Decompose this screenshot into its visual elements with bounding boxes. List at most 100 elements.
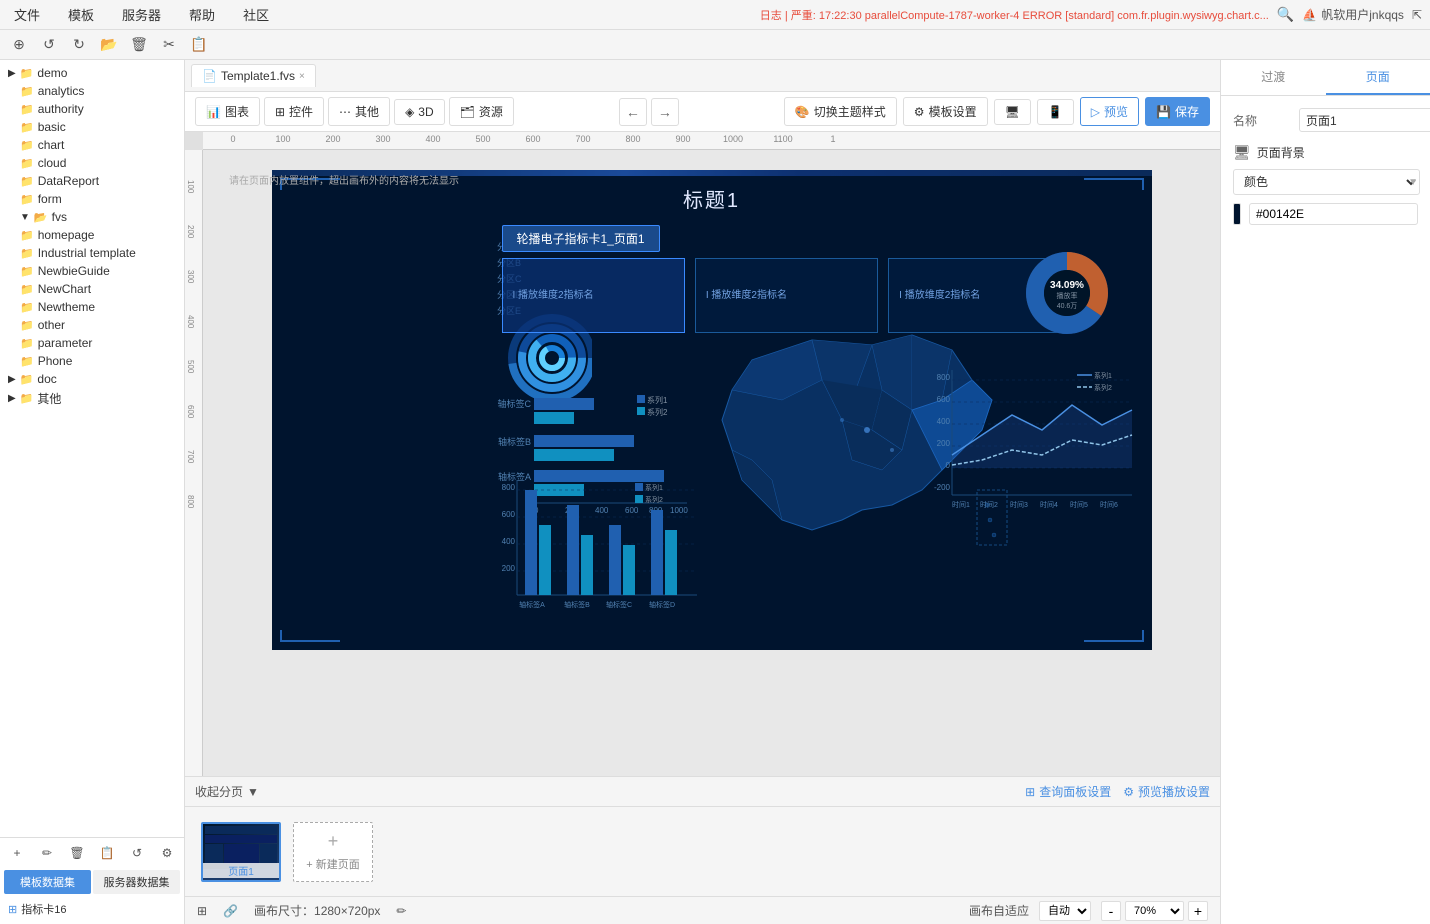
svg-text:轴标签B: 轴标签B (497, 436, 530, 447)
redo-btn[interactable]: → (651, 98, 679, 126)
preview-settings-link[interactable]: ⚙ 预览播放设置 (1123, 783, 1210, 800)
tab-transition[interactable]: 过渡 (1221, 60, 1326, 95)
resource-tool-btn[interactable]: 🗂 资源 (449, 97, 514, 126)
name-input[interactable] (1299, 108, 1430, 132)
tab-close-btn[interactable]: × (299, 71, 305, 82)
collapse-pages-btn[interactable]: 收起分页 ▼ (195, 783, 259, 800)
preview-label: 预览 (1104, 103, 1128, 120)
tree-item-demo[interactable]: ▶ 📁 demo (0, 64, 184, 82)
bg-color-swatch[interactable] (1233, 203, 1241, 225)
save-btn[interactable]: 💾 保存 (1145, 97, 1210, 126)
svg-text:时间6: 时间6 (1100, 500, 1118, 509)
tree-item-other[interactable]: 📁 other (0, 316, 184, 334)
cut-btn[interactable]: ✂ (156, 34, 182, 56)
tab-server-dataset[interactable]: 服务器数据集 (93, 870, 180, 894)
desktop-device-btn[interactable]: 🖥 (994, 99, 1031, 125)
tab-card[interactable]: 轮播电子指标卡1_页面1 (502, 225, 660, 252)
other-icon: ⋯ (339, 105, 351, 119)
refresh-dataset-btn[interactable]: ↺ (124, 842, 150, 864)
corner-deco-bl (280, 630, 340, 642)
settings-dataset-btn[interactable]: ⚙ (154, 842, 180, 864)
tree-item-analytics[interactable]: 📁 analytics (0, 82, 184, 100)
query-settings-link[interactable]: ⊞ 查询面板设置 (1025, 783, 1111, 800)
tree-item-industrial[interactable]: 📁 Industrial template (0, 244, 184, 262)
svg-text:时间3: 时间3 (1010, 500, 1028, 509)
fit-select[interactable]: 自动 固定 全屏 (1039, 901, 1091, 921)
tree-item-chart[interactable]: 📁 chart (0, 136, 184, 154)
tree-item-fvs[interactable]: ▼ 📂 fvs (0, 208, 184, 226)
metric-card-0[interactable]: I 播放维度2指标名 (502, 258, 685, 333)
tree-item-datareport[interactable]: 📁 DataReport (0, 172, 184, 190)
resource-btn-label: 资源 (479, 103, 503, 120)
tab-template-dataset[interactable]: 模板数据集 (4, 870, 91, 894)
tree-item-homepage[interactable]: 📁 homepage (0, 226, 184, 244)
zoom-out-btn[interactable]: - (1101, 901, 1121, 921)
menu-template[interactable]: 模板 (62, 1, 100, 28)
control-tool-btn[interactable]: ⊞ 控件 (264, 97, 324, 126)
page-thumb-1[interactable]: 页面1 (201, 822, 281, 882)
tree-item-basic[interactable]: 📁 basic (0, 118, 184, 136)
file-tab-template1[interactable]: 📄 Template1.fvs × (191, 64, 316, 87)
add-dataset-btn[interactable]: + (4, 842, 30, 864)
undo-btn[interactable]: ← (619, 98, 647, 126)
tree-item-doc[interactable]: ▶ 📁 doc (0, 370, 184, 388)
preview-btn[interactable]: ▷ 预览 (1080, 97, 1139, 126)
sidebar-tree: ▶ 📁 demo 📁 analytics 📁 authority 📁 basic… (0, 60, 184, 837)
svg-text:40.6万: 40.6万 (1056, 302, 1077, 310)
delete-dataset-btn[interactable]: 🗑 (64, 842, 90, 864)
tree-item-newchart[interactable]: 📁 NewChart (0, 280, 184, 298)
menu-server[interactable]: 服务器 (116, 1, 167, 28)
copy-btn[interactable]: 📋 (186, 34, 212, 56)
zoom-in-btn[interactable]: + (1188, 901, 1208, 921)
svg-text:时间5: 时间5 (1070, 500, 1088, 509)
tab-page[interactable]: 页面 (1326, 60, 1430, 95)
template-settings-btn[interactable]: ⚙ 模板设置 (903, 97, 988, 126)
bg-checkbox-row: 🖥 页面背景 (1233, 144, 1418, 161)
tree-item-other-root[interactable]: ▶ 📁 其他 (0, 388, 184, 409)
chart-tool-btn[interactable]: 📊 图表 (195, 97, 260, 126)
delete-btn[interactable]: 🗑 (126, 34, 152, 56)
tree-item-newtheme[interactable]: 📁 Newtheme (0, 298, 184, 316)
other-tool-btn[interactable]: ⋯ 其他 (328, 97, 390, 126)
bg-label: 页面背景 (1257, 144, 1305, 161)
column-chart[interactable]: 800 600 400 200 (487, 475, 707, 630)
page-bar: 收起分页 ▼ ⊞ 查询面板设置 ⚙ 预览播放设置 (185, 776, 1220, 806)
new-btn[interactable]: ⊕ (6, 34, 32, 56)
canvas-wrapper[interactable]: 0 100 200 300 400 500 600 700 800 900 10… (185, 132, 1220, 776)
link-icon[interactable]: 🔗 (223, 904, 238, 918)
line-chart[interactable]: 800 600 400 200 0 -200 (922, 365, 1142, 525)
tree-item-authority[interactable]: 📁 authority (0, 100, 184, 118)
tree-item-newbieguide[interactable]: 📁 NewbieGuide (0, 262, 184, 280)
threed-tool-btn[interactable]: ◈ 3D (394, 99, 445, 125)
right-panel-content: 名称 🖥 页面背景 颜色 图片 无 ▼ (1221, 96, 1430, 924)
tree-item-label: NewChart (38, 282, 91, 296)
dataset-item-indicator[interactable]: ⊞ 指标卡16 (4, 898, 180, 920)
expand-icon[interactable]: ⇱ (1412, 8, 1422, 22)
bg-type-select[interactable]: 颜色 图片 无 (1233, 169, 1420, 195)
svg-text:系列1: 系列1 (645, 483, 663, 492)
bg-color-input[interactable] (1249, 203, 1418, 225)
dashboard-canvas[interactable]: 标题1 分区A 分区B 分区C 分区D 分区E (272, 170, 1152, 650)
menu-community[interactable]: 社区 (237, 1, 275, 28)
edit-dataset-btn[interactable]: ✏ (34, 842, 60, 864)
menu-help[interactable]: 帮助 (183, 1, 221, 28)
tree-item-form[interactable]: 📁 form (0, 190, 184, 208)
open-btn[interactable]: 📂 (96, 34, 122, 56)
theme-switch-btn[interactable]: 🎨 切换主题样式 (784, 97, 897, 126)
search-icon[interactable]: 🔍 (1277, 6, 1294, 23)
undo-top-btn[interactable]: ↻ (66, 34, 92, 56)
refresh-btn[interactable]: ↺ (36, 34, 62, 56)
zoom-select[interactable]: 70% 50% 100% (1125, 901, 1184, 921)
add-page-btn[interactable]: + + 新建页面 (293, 822, 373, 882)
menu-file[interactable]: 文件 (8, 1, 46, 28)
tree-item-parameter[interactable]: 📁 parameter (0, 334, 184, 352)
layers-icon[interactable]: ⊞ (197, 904, 207, 918)
copy-dataset-btn[interactable]: 📋 (94, 842, 120, 864)
tree-item-label: DataReport (38, 174, 99, 188)
settings-icon: ⚙ (1123, 785, 1134, 799)
tree-item-phone[interactable]: 📁 Phone (0, 352, 184, 370)
tree-item-cloud[interactable]: 📁 cloud (0, 154, 184, 172)
mobile-device-btn[interactable]: 📱 (1037, 99, 1074, 125)
plus-icon: + (328, 831, 339, 852)
edit-canvas-btn[interactable]: ✏ (396, 904, 406, 918)
